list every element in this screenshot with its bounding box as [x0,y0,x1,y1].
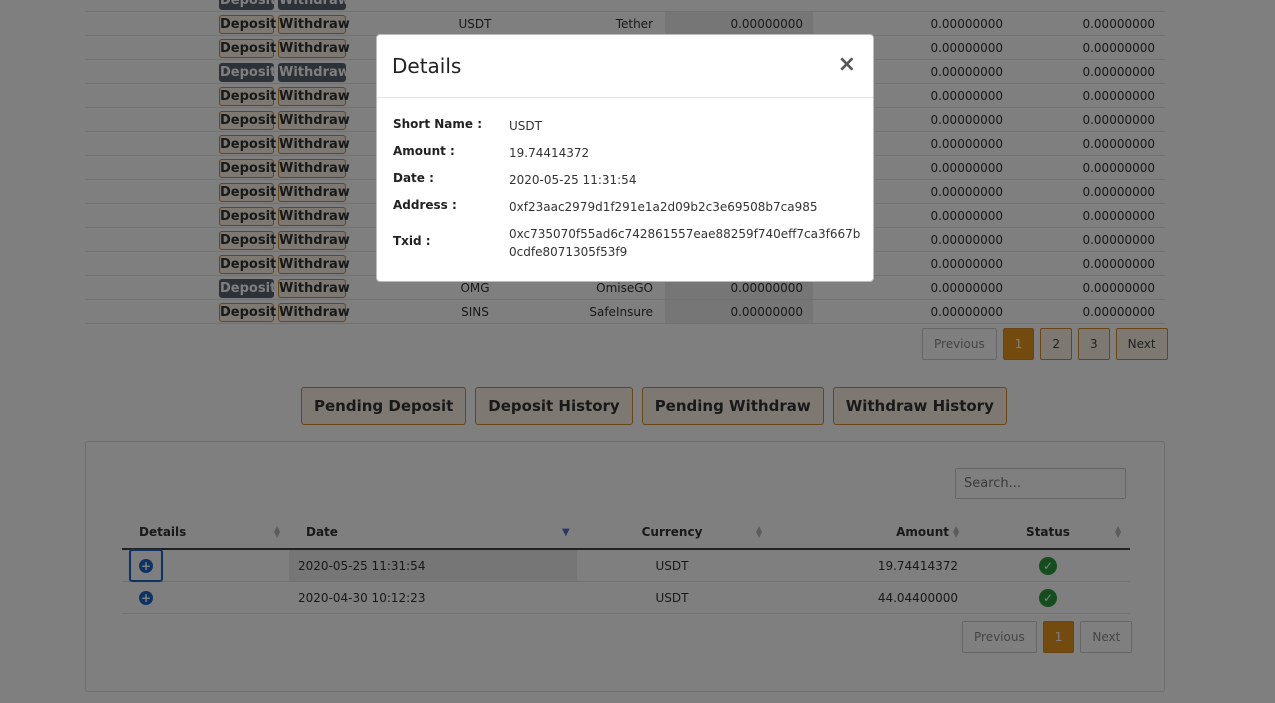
detail-label: Address : [393,198,457,212]
detail-label: Short Name : [393,117,483,131]
modal-header: Details × [377,35,873,98]
close-icon[interactable]: × [838,52,856,77]
detail-value: 2020-05-25 11:31:54 [509,173,637,187]
modal-title: Details [392,54,462,78]
detail-value: USDT [509,119,542,133]
detail-value: 19.74414372 [509,146,590,160]
detail-value: 0xf23aac2979d1f291e1a2d09b2c3e69508b7ca9… [509,200,818,214]
detail-label: Txid : [393,234,431,248]
detail-label: Date : [393,171,434,185]
detail-value: 0xc735070f55ad6c742861557eae88259f740eff… [509,227,861,259]
details-modal: Details × Short Name : USDT Amount : 19.… [376,34,874,282]
detail-label: Amount : [393,144,455,158]
